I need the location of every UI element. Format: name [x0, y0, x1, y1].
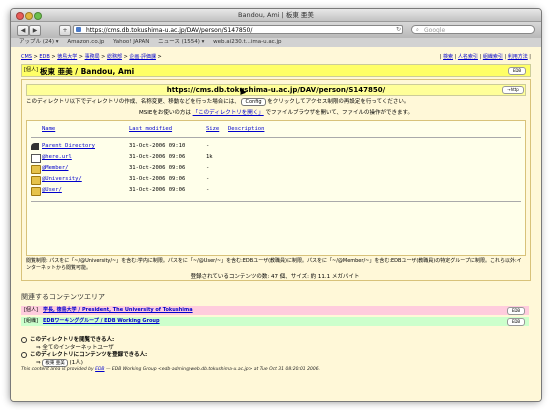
- entry-date: 31-Oct-2006 09:10: [129, 143, 186, 149]
- related-link[interactable]: EDBワーキンググループ / EDB Working Group: [43, 317, 160, 326]
- org-index-link[interactable]: 組織索引: [483, 54, 503, 60]
- entry-size: -: [206, 143, 210, 149]
- search-link[interactable]: 検索: [443, 54, 453, 60]
- bullet-icon: [21, 336, 27, 343]
- related-areas-heading: 関連するコンテンツエリア: [21, 293, 105, 301]
- msie-text: でファイルブラウザを開いて、ファイルの操作ができます。: [265, 110, 413, 116]
- person-tag: [個人]: [24, 67, 38, 73]
- bookmark-item[interactable]: ニュース (1554) ▾: [158, 39, 204, 45]
- zoom-window-icon[interactable]: [34, 12, 42, 20]
- size-column-header[interactable]: Size: [206, 126, 219, 132]
- permission-value-row: ⇒ 板東 亜美 (1人): [36, 359, 83, 367]
- related-row: [組織] EDBワーキンググループ / EDB Working Group ED…: [21, 317, 529, 326]
- magnifier-icon: ⌕: [416, 27, 419, 33]
- breadcrumb-link[interactable]: 企画·評価課: [129, 54, 156, 60]
- bullet-icon: [21, 351, 27, 358]
- divider: [31, 137, 521, 138]
- close-window-icon[interactable]: [16, 12, 24, 20]
- footer: This content area is provided by EDB — E…: [21, 367, 320, 372]
- dav-panel: https://cms.db.tokushima-u.ac.jp/DAV/per…: [21, 79, 531, 281]
- dav-url: https://cms.db.tokushima-u.ac.jp/DAV/per…: [26, 84, 526, 96]
- search-input[interactable]: Google: [411, 25, 535, 34]
- breadcrumb-link[interactable]: 事務局: [85, 54, 100, 60]
- description-column-header[interactable]: Description: [228, 126, 264, 132]
- reload-icon[interactable]: ↻: [396, 26, 401, 33]
- bookmark-item[interactable]: web.ai230.t...ima-u.ac.jp: [213, 39, 281, 45]
- entry-link[interactable]: @Member/: [42, 165, 69, 171]
- related-tag: [個人]: [24, 307, 38, 313]
- access-restrictions: 閲覧制限: パスをに「~/@University/~」を含む:学内に制限。パスを…: [26, 258, 522, 271]
- entry-link[interactable]: @here.url: [42, 154, 72, 160]
- window-title: Bandou, Ami | 板東 亜美: [238, 11, 314, 19]
- editors-permission: このディレクトリにコンテンツを登録できる人: ⇒ 板東 亜美 (1人): [21, 350, 147, 367]
- content-count: 登録されているコンテンツの数: 47 個、サイズ: 約 11.1 メガバイト: [190, 274, 360, 280]
- edb-button[interactable]: EDB: [507, 318, 525, 326]
- footer-text: This content area is provided by: [21, 367, 94, 372]
- user-button[interactable]: 板東 亜美: [42, 359, 68, 367]
- minimize-window-icon[interactable]: [25, 12, 33, 20]
- entry-link[interactable]: @University/: [42, 176, 82, 182]
- page-content: CMS > EDB > 徳島大学 > 事務局 > 総務部 > 企画·評価課 > …: [11, 47, 541, 401]
- related-link[interactable]: 学長, 徳島大学 / President, The University of …: [43, 306, 193, 315]
- bookmark-item[interactable]: アップル (24) ▾: [19, 39, 59, 45]
- edb-button[interactable]: EDB: [507, 307, 525, 315]
- folder-icon: [31, 187, 41, 196]
- entry-date: 31-Oct-2006 09:06: [129, 176, 186, 182]
- entry-link[interactable]: @User/: [42, 187, 62, 193]
- folder-icon: [31, 165, 41, 174]
- edb-button[interactable]: EDB: [508, 67, 526, 75]
- entry-link[interactable]: Parent Directory: [42, 143, 95, 149]
- msie-notice: MSIEをお使いの方は 「このディレクトリを開く」 でファイルブラウザを開いて、…: [22, 108, 530, 116]
- config-notice: このディレクトリ以下でディレクトリの作成、名称変更、移動などを行った場合には、 …: [26, 97, 409, 106]
- entry-size: -: [206, 187, 210, 193]
- site-icon: [76, 27, 81, 32]
- usage-link[interactable]: 利用方法: [508, 54, 528, 60]
- modified-column-header[interactable]: Last modified: [129, 126, 172, 132]
- browser-toolbar: ◀ ▶ + https://cms.db.tokushima-u.ac.jp/D…: [11, 22, 541, 38]
- footer-text: — EDB Working Group <edb-admin@web.db.to…: [105, 367, 320, 372]
- folder-icon: [31, 176, 41, 185]
- viewers-permission: このディレクトリを閲覧できる人: ⇒ 全てのインターネットユーザ: [21, 335, 114, 351]
- related-row: [個人] 学長, 徳島大学 / President, The Universit…: [21, 306, 529, 315]
- directory-listing: Name Last modified Size Description Pare…: [26, 120, 526, 256]
- entry-size: -: [206, 176, 210, 182]
- utility-links: | 検索 | 人名索引 | 組織索引 | 利用方法 |: [439, 54, 531, 60]
- footer-edb-link[interactable]: EDB: [95, 367, 104, 372]
- entry-size: 1k: [206, 154, 213, 160]
- back-arrow-icon: [31, 143, 39, 150]
- http-button[interactable]: →http: [502, 86, 524, 94]
- permission-value: (1人): [69, 360, 83, 366]
- breadcrumb-link[interactable]: EDB: [39, 54, 49, 60]
- breadcrumb: CMS > EDB > 徳島大学 > 事務局 > 総務部 > 企画·評価課 >: [21, 54, 162, 60]
- name-column-header[interactable]: Name: [42, 126, 55, 132]
- browser-window: Bandou, Ami | 板東 亜美 ◀ ▶ + https://cms.db…: [10, 8, 542, 402]
- bookmark-item[interactable]: Amazon.co.jp: [67, 39, 104, 45]
- entry-date: 31-Oct-2006 09:06: [129, 187, 186, 193]
- file-icon: [31, 154, 41, 163]
- add-bookmark-button[interactable]: +: [59, 25, 71, 36]
- config-button[interactable]: Config: [241, 98, 266, 106]
- msie-text: MSIEをお使いの方は: [139, 110, 191, 116]
- breadcrumb-link[interactable]: 徳島大学: [57, 54, 77, 60]
- notice-text: をクリックしてアクセス制限の再設定を行ってください。: [267, 99, 410, 105]
- person-index-link[interactable]: 人名索引: [458, 54, 478, 60]
- related-tag: [組織]: [24, 318, 38, 324]
- person-header: [個人] 板東 亜美 / Bandou, Ami EDB: [21, 64, 531, 77]
- title-bar: Bandou, Ami | 板東 亜美: [11, 9, 541, 22]
- address-bar[interactable]: https://cms.db.tokushima-u.ac.jp/DAV/per…: [73, 25, 403, 34]
- divider: [31, 201, 521, 202]
- breadcrumb-link[interactable]: 総務部: [107, 54, 122, 60]
- page-title: 板東 亜美 / Bandou, Ami: [40, 67, 135, 76]
- breadcrumb-link[interactable]: CMS: [21, 54, 32, 60]
- back-button[interactable]: ◀: [17, 25, 29, 36]
- entry-date: 31-Oct-2006 09:06: [129, 154, 186, 160]
- entry-size: -: [206, 165, 210, 171]
- notice-text: このディレクトリ以下でディレクトリの作成、名称変更、移動などを行った場合には、: [26, 99, 240, 105]
- entry-date: 31-Oct-2006 09:06: [129, 165, 186, 171]
- forward-button[interactable]: ▶: [29, 25, 41, 36]
- open-directory-link[interactable]: 「このディレクトリを開く」: [193, 110, 264, 116]
- bookmark-item[interactable]: Yahoo! JAPAN: [113, 39, 149, 45]
